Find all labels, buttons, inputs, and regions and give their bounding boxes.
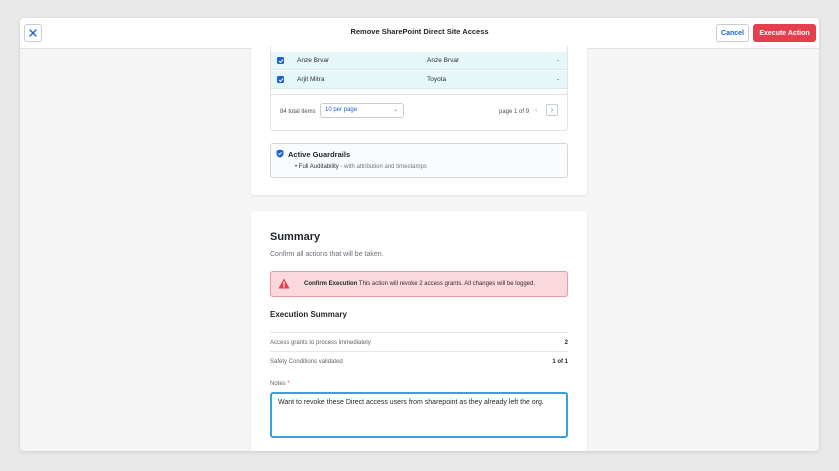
- alert-message: This action will revoke 2 access grants.…: [357, 281, 535, 287]
- warning-icon: [278, 278, 290, 289]
- check-icon: [278, 58, 283, 63]
- summary-card: Summary Confirm all actions that will be…: [251, 211, 587, 451]
- users-table: Anze Brvar Anze Brvar - Arjit Mitra Toyo…: [270, 46, 568, 131]
- selection-card: Anze Brvar Anze Brvar - Arjit Mitra Toyo…: [251, 46, 587, 195]
- chevron-left-icon[interactable]: ‹: [535, 107, 537, 114]
- cell-extra: -: [557, 57, 560, 64]
- summary-row-label: Access grants to process immediately: [270, 340, 371, 346]
- modal-title: Remove SharePoint Direct Site Access: [350, 27, 489, 36]
- cell-display: Anze Brvar: [427, 57, 460, 64]
- table-row[interactable]: Anze Brvar Anze Brvar -: [271, 52, 567, 70]
- summary-row-label: Safety Conditions validated: [270, 359, 343, 365]
- notes-textarea[interactable]: Want to revoke these Direct access users…: [270, 392, 568, 438]
- cancel-button[interactable]: Cancel: [716, 24, 749, 42]
- total-items: 84 total items: [280, 109, 316, 115]
- chevron-right-icon: ›: [550, 106, 554, 114]
- active-guardrails: Active Guardrails • Full Auditability - …: [270, 143, 568, 178]
- shield-icon: [276, 149, 284, 158]
- summary-title: Summary: [270, 231, 321, 243]
- guardrails-title: Active Guardrails: [288, 150, 351, 159]
- modal-header: Remove SharePoint Direct Site Access Can…: [20, 18, 819, 49]
- execution-summary-title: Execution Summary: [270, 310, 347, 319]
- cell-extra: -: [557, 76, 560, 83]
- chevron-down-icon: ⌄: [392, 107, 398, 113]
- execute-action-button[interactable]: Execute Action: [753, 24, 816, 42]
- summary-row-value: 1 of 1: [552, 359, 568, 365]
- summary-row-value: 2: [564, 340, 568, 346]
- required-marker: *: [287, 381, 290, 387]
- guardrail-item: • Full Auditability - with attribution a…: [295, 164, 427, 170]
- alert-strong: Confirm Execution: [304, 281, 358, 287]
- modal-window: Remove SharePoint Direct Site Access Can…: [20, 18, 819, 451]
- notes-label: Notes *: [270, 381, 290, 387]
- cell-display: Toyota: [427, 76, 447, 83]
- summary-row: Safety Conditions validated 1 of 1: [270, 351, 568, 371]
- page-indicator: page 1 of 9: [499, 109, 530, 115]
- per-page-value: 10 per page: [325, 107, 358, 113]
- cell-name: Arjit Mitra: [297, 76, 325, 83]
- table-row[interactable]: Arjit Mitra Toyota -: [271, 71, 567, 89]
- cell-name: Anze Brvar: [297, 57, 330, 64]
- alert-text: Confirm Execution This action will revok…: [304, 281, 535, 287]
- row-checkbox[interactable]: [277, 76, 284, 83]
- pagination: 84 total items 10 per page ⌄ page 1 of 9…: [271, 94, 567, 130]
- summary-row: Access grants to process immediately 2: [270, 332, 568, 352]
- guardrail-name: Full Auditability: [298, 164, 339, 170]
- guardrail-desc: - with attribution and timestamps: [338, 164, 427, 170]
- next-page-button[interactable]: ›: [546, 104, 558, 116]
- row-checkbox[interactable]: [277, 57, 284, 64]
- summary-subtitle: Confirm all actions that will be taken.: [270, 251, 384, 258]
- check-icon: [278, 77, 283, 82]
- confirm-alert: Confirm Execution This action will revok…: [270, 271, 568, 297]
- per-page-select[interactable]: 10 per page ⌄: [320, 103, 404, 118]
